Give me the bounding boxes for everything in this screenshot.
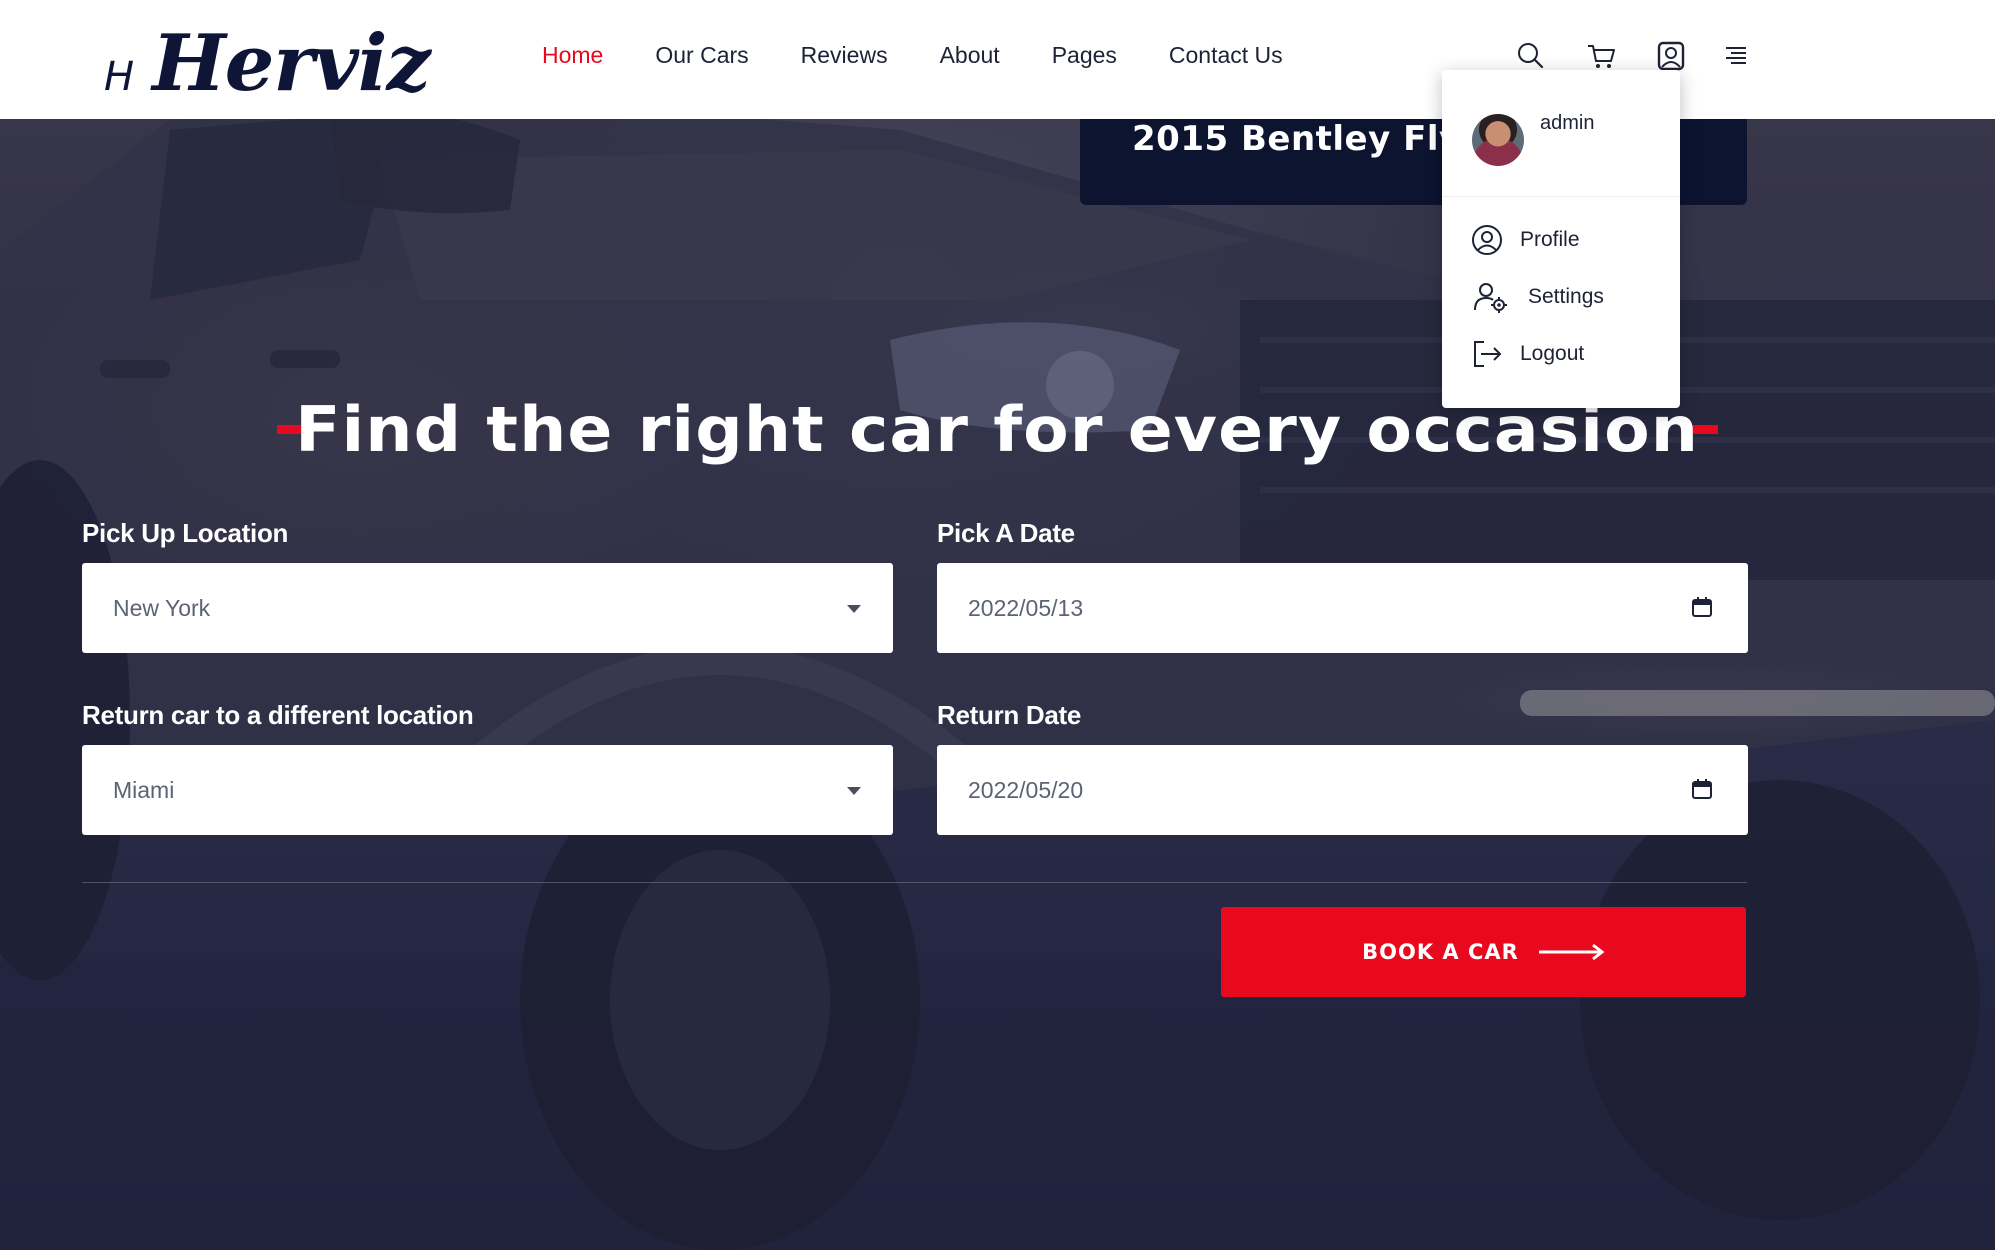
nav-contact-us[interactable]: Contact Us — [1169, 42, 1283, 69]
nav-our-cars[interactable]: Our Cars — [655, 42, 748, 69]
menu-item-label: Settings — [1528, 285, 1604, 308]
featured-car-title: 2015 Bentley Flyi — [1132, 119, 1474, 159]
user-icon[interactable] — [1655, 40, 1687, 72]
brand-logo[interactable]: H Herviz — [104, 18, 431, 109]
logout-icon — [1474, 341, 1502, 367]
calendar-icon[interactable] — [1690, 777, 1714, 801]
pickup-location-field: Pick Up Location New York — [82, 518, 893, 653]
pickup-date-label: Pick A Date — [937, 518, 1075, 548]
avatar — [1472, 114, 1524, 166]
user-settings-icon — [1474, 283, 1507, 313]
return-location-select[interactable]: Miami — [82, 745, 893, 835]
search-icon[interactable] — [1514, 40, 1546, 72]
cart-icon[interactable] — [1585, 40, 1617, 72]
return-location-field: Return car to a different location Miami — [82, 700, 893, 835]
user-dropdown-menu: admin Profile Settings Logout — [1442, 70, 1680, 408]
main-nav: Home Our Cars Reviews About Pages Contac… — [542, 42, 1335, 69]
logo-text: Herviz — [152, 18, 431, 109]
pickup-date-value: 2022/05/13 — [968, 594, 1084, 621]
calendar-icon[interactable] — [1690, 595, 1714, 619]
book-button-label: BOOK A CAR — [1362, 940, 1519, 964]
hero-headline-row: Find the right car for every occasion — [0, 393, 1995, 466]
pickup-date-input[interactable]: 2022/05/13 — [937, 563, 1748, 653]
username: admin — [1540, 112, 1595, 134]
pickup-location-value: New York — [113, 594, 211, 621]
return-date-field: Return Date 2022/05/20 — [937, 700, 1748, 835]
caret-down-icon — [847, 605, 861, 613]
menu-item-logout[interactable]: Logout — [1470, 337, 1584, 371]
nav-home[interactable]: Home — [542, 42, 603, 69]
nav-reviews[interactable]: Reviews — [801, 42, 888, 69]
nav-pages[interactable]: Pages — [1052, 42, 1117, 69]
logo-mark: H — [104, 54, 135, 100]
book-a-car-button[interactable]: BOOK A CAR — [1221, 907, 1746, 997]
return-date-input[interactable]: 2022/05/20 — [937, 745, 1748, 835]
arrow-right-icon — [1538, 943, 1605, 961]
return-location-value: Miami — [113, 776, 175, 803]
menu-icon[interactable] — [1720, 40, 1752, 72]
caret-down-icon — [847, 787, 861, 795]
menu-item-label: Profile — [1520, 228, 1580, 251]
dropdown-user-info: admin — [1442, 70, 1680, 197]
return-date-value: 2022/05/20 — [968, 776, 1084, 803]
site-header: H Herviz Home Our Cars Reviews About Pag… — [0, 0, 1995, 119]
form-divider — [82, 882, 1747, 883]
menu-item-profile[interactable]: Profile — [1470, 223, 1580, 257]
user-circle-icon — [1472, 225, 1502, 255]
pickup-location-label: Pick Up Location — [82, 518, 289, 548]
pickup-date-field: Pick A Date 2022/05/13 — [937, 518, 1748, 653]
pickup-location-select[interactable]: New York — [82, 563, 893, 653]
return-location-label: Return car to a different location — [82, 700, 474, 730]
menu-item-settings[interactable]: Settings — [1470, 280, 1604, 314]
menu-item-label: Logout — [1520, 342, 1585, 365]
return-date-label: Return Date — [937, 700, 1082, 730]
nav-about[interactable]: About — [940, 42, 1000, 69]
